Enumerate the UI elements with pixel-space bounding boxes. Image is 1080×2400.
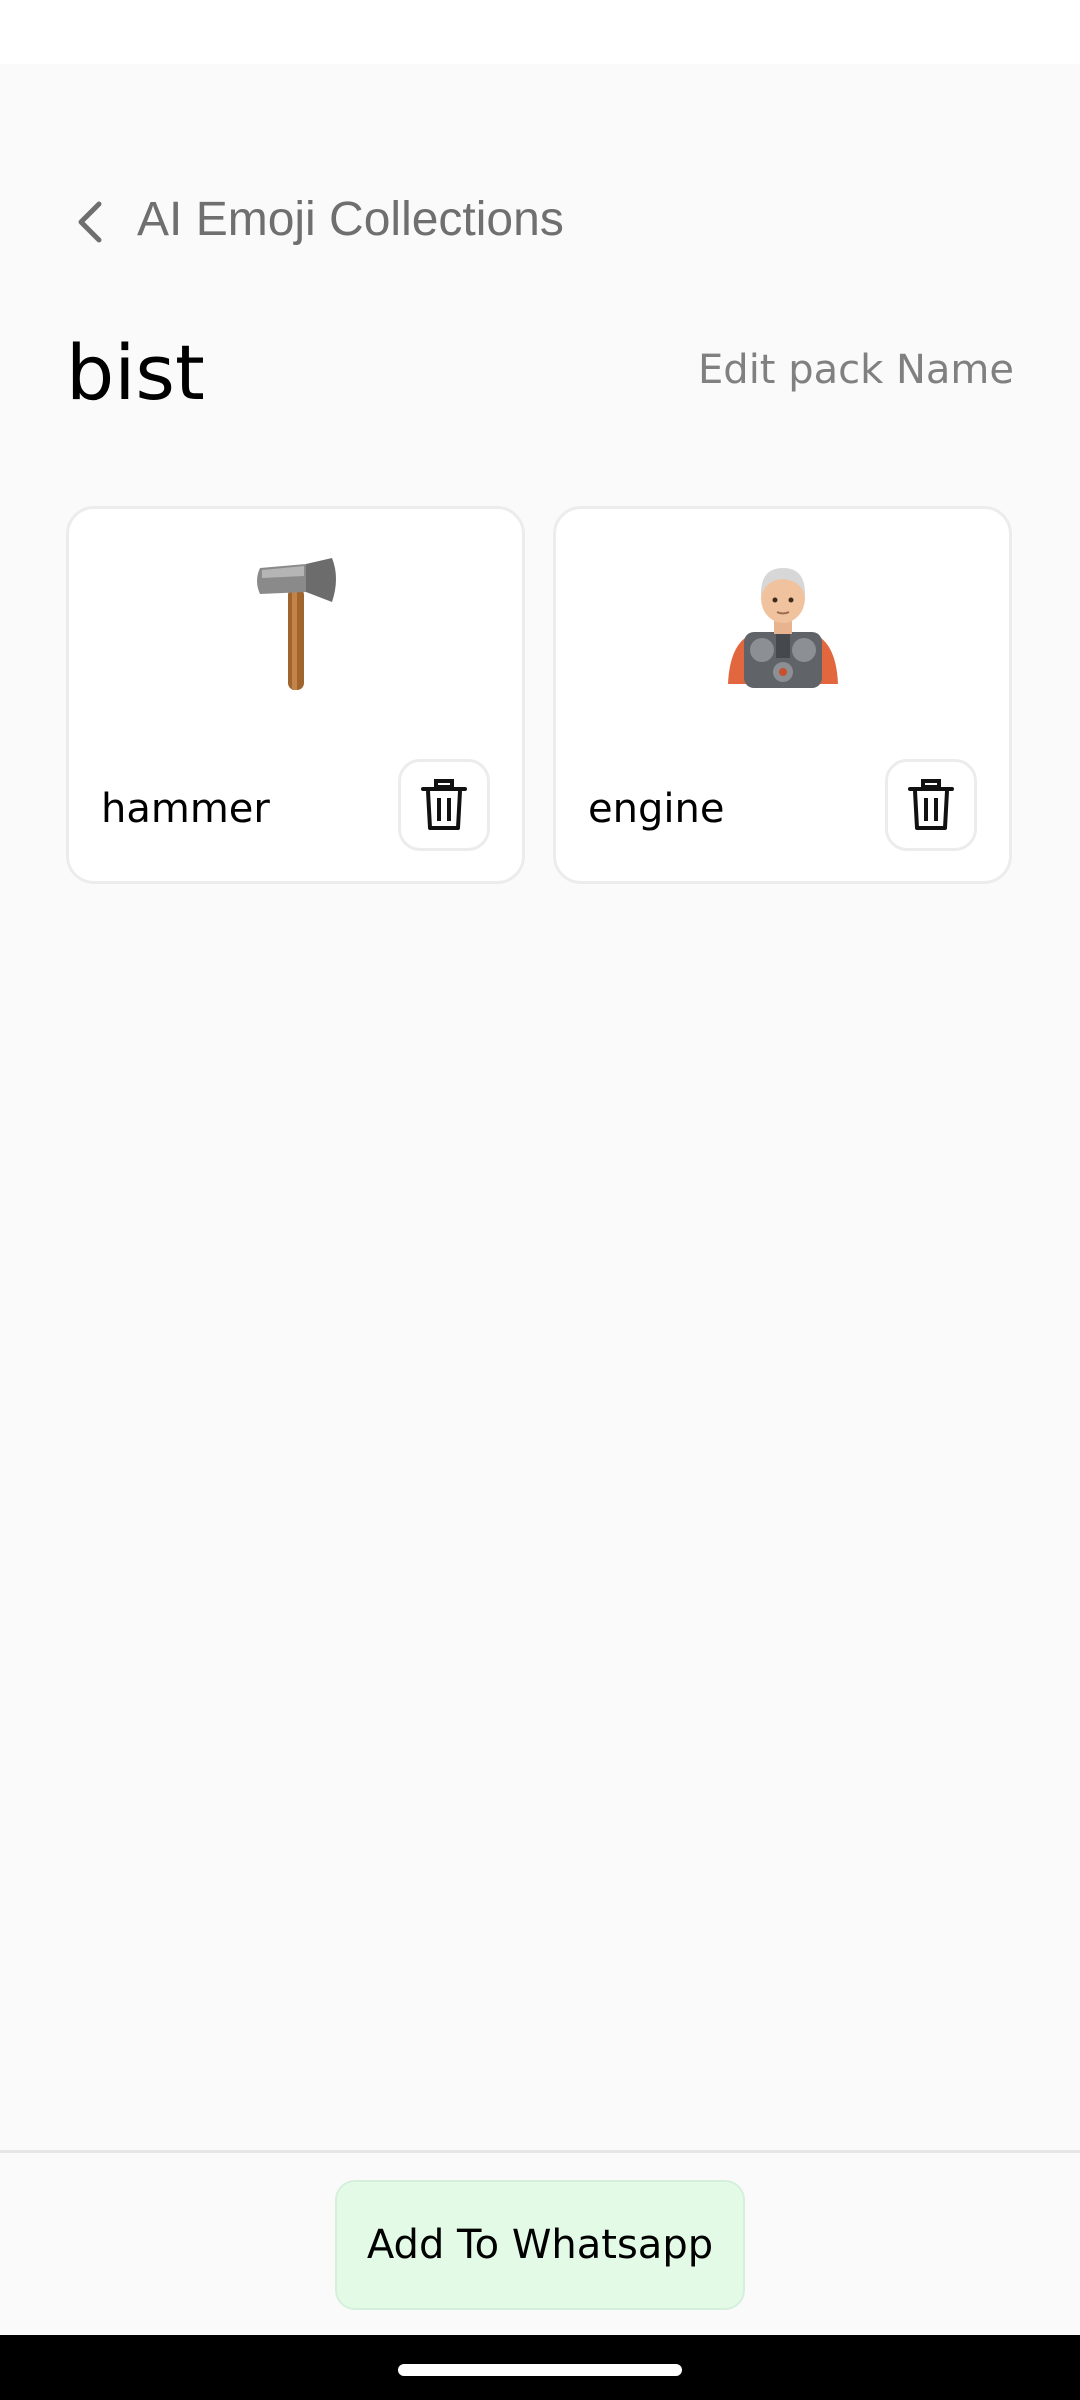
sticker-name: hammer (101, 786, 270, 832)
sticker-card[interactable]: hammer (66, 506, 525, 884)
axe-emoji-icon (69, 549, 522, 699)
sticker-card[interactable]: engine (553, 506, 1012, 884)
add-to-whatsapp-button[interactable]: Add To Whatsapp (335, 2180, 745, 2310)
delete-button[interactable] (398, 759, 490, 851)
trash-icon (908, 779, 954, 830)
top-app-bar: AI Emoji Collections (0, 180, 1080, 260)
status-bar (0, 0, 1080, 64)
sticker-name: engine (588, 786, 725, 832)
edit-pack-name-button[interactable]: Edit pack Name (698, 344, 1014, 396)
back-button[interactable] (60, 192, 120, 252)
sticker-grid: hammer engine (66, 506, 1012, 884)
trash-icon (421, 779, 467, 830)
chevron-left-icon (78, 201, 102, 243)
delete-button[interactable] (885, 759, 977, 851)
home-indicator[interactable] (398, 2364, 682, 2376)
pack-name: bist (66, 328, 205, 417)
man-with-engine-emoji-icon (556, 549, 1009, 699)
page-title: AI Emoji Collections (137, 193, 564, 246)
